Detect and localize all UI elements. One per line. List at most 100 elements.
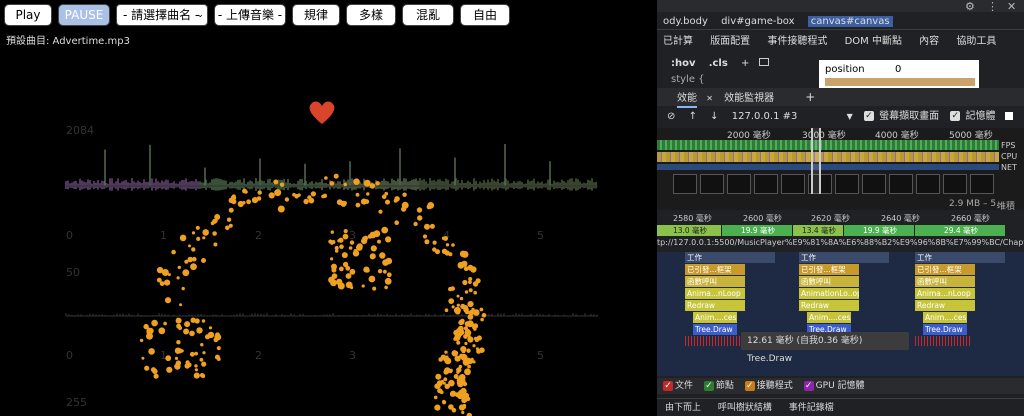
particle: [385, 257, 393, 265]
tab-properties[interactable]: 內容: [919, 34, 939, 50]
screenshot-thumbnail[interactable]: [970, 174, 994, 194]
hov-toggle[interactable]: :hov: [671, 58, 696, 69]
add-rule-icon[interactable]: +: [741, 58, 749, 69]
screenshot-thumbnail[interactable]: [916, 174, 940, 194]
screenshot-checkbox[interactable]: ✓: [863, 111, 874, 121]
particle: [369, 253, 376, 260]
more-icon[interactable]: ⋮: [987, 0, 998, 13]
particle: [438, 357, 444, 362]
new-style-icon[interactable]: [758, 58, 769, 66]
particle: [385, 236, 392, 243]
particle: [176, 340, 181, 345]
flame-entry[interactable]: 函數呼叫: [915, 276, 975, 287]
recording-select[interactable]: 127.0.0.1 #3: [732, 111, 798, 122]
particle: [464, 368, 471, 376]
clear-icon[interactable]: ⊘: [667, 111, 675, 122]
frame-bar[interactable]: 29.4 毫秒: [915, 225, 1005, 236]
tab-computed[interactable]: 已計算: [663, 34, 693, 50]
screenshot-thumbnail[interactable]: [943, 174, 967, 194]
frame-bar[interactable]: 13.0 毫秒: [657, 225, 721, 236]
heart-icon[interactable]: [309, 101, 335, 124]
particle: [308, 197, 315, 204]
nodes-checkbox[interactable]: ✓: [703, 380, 714, 391]
tab-event-log[interactable]: 事件記錄檔: [789, 399, 834, 416]
selection-handle[interactable]: [811, 128, 821, 194]
particle: [237, 200, 244, 208]
particle: [216, 357, 221, 361]
flame-entry[interactable]: 工作: [685, 252, 775, 263]
breadcrumb-item[interactable]: canvas#canvas: [807, 16, 893, 27]
particle: [156, 277, 162, 283]
particle: [207, 331, 215, 339]
download-icon[interactable]: ↓: [710, 111, 718, 122]
visualizer-canvas[interactable]: [0, 0, 657, 416]
cls-toggle[interactable]: .cls: [709, 58, 728, 69]
timeline-overview[interactable]: 2000 毫秒 3000 毫秒 4000 毫秒 5000 毫秒 FPS CPU …: [657, 128, 1024, 212]
flame-entry[interactable]: Anim....cess: [693, 312, 737, 323]
particle: [284, 197, 290, 202]
gear-icon[interactable]: ⚙: [965, 0, 975, 13]
close-icon[interactable]: ✕: [706, 94, 713, 103]
flame-entry[interactable]: Redraw: [685, 300, 745, 311]
flame-entry[interactable]: Redraw: [915, 300, 975, 311]
main-thread-url[interactable]: tp://127.0.0.1:5500/MusicPlayer%E9%81%8A…: [657, 238, 1024, 250]
flame-entry[interactable]: Tree.Draw: [693, 324, 737, 335]
tab-performance-monitor[interactable]: 效能監視器: [724, 93, 774, 104]
listeners-checkbox[interactable]: ✓: [744, 380, 755, 391]
particle: [343, 182, 348, 187]
flame-entry[interactable]: Anima...nLoop: [685, 288, 745, 299]
frame-bar[interactable]: 19.9 毫秒: [722, 225, 792, 236]
breadcrumb-item[interactable]: div#game-box: [721, 16, 794, 27]
frame-bar[interactable]: 19.9 毫秒: [844, 225, 914, 236]
particle: [464, 341, 468, 346]
tab-dom-breakpoints[interactable]: DOM 中斷點: [845, 34, 902, 50]
memory-toggle-icon[interactable]: [1004, 112, 1013, 120]
particle: [467, 334, 471, 338]
flame-entry[interactable]: AnimationLo..op: [799, 288, 859, 299]
close-icon[interactable]: ✕: [1007, 0, 1016, 13]
ruler-tick: 2660 毫秒: [951, 214, 990, 223]
particle: [151, 319, 158, 327]
breadcrumb-item[interactable]: ody.body: [663, 16, 708, 27]
flame-entry[interactable]: 已引發...框架: [915, 264, 975, 275]
flame-entry[interactable]: 工作: [915, 252, 1005, 263]
flame-entry[interactable]: Anima...nLoop: [915, 288, 975, 299]
flame-entry[interactable]: Anim....cess: [807, 312, 851, 323]
flame-chart[interactable]: 工作 已引發...框架 函數呼叫 Anima...nLoop Redraw Anim...…: [657, 252, 1024, 376]
flame-entry[interactable]: Anim....cess: [923, 312, 967, 323]
particle: [153, 373, 159, 379]
flame-entry[interactable]: 函數呼叫: [799, 276, 859, 287]
screenshot-thumbnail[interactable]: [727, 174, 751, 194]
legend-documents: 文件: [675, 381, 694, 391]
screenshot-thumbnail[interactable]: [862, 174, 886, 194]
flame-entry[interactable]: 已引發...框架: [685, 264, 745, 275]
flame-entry[interactable]: 已引發...框架: [799, 264, 859, 275]
documents-checkbox[interactable]: ✓: [663, 380, 673, 391]
tab-accessibility[interactable]: 協助工具: [956, 34, 996, 50]
chevron-down-icon[interactable]: ▼: [847, 112, 853, 121]
tab-performance[interactable]: 效能: [677, 93, 697, 108]
screenshot-thumbnail[interactable]: [889, 174, 913, 194]
screenshot-thumbnail[interactable]: [781, 174, 805, 194]
particle: [328, 278, 332, 282]
tab-event-listeners[interactable]: 事件接聽程式: [767, 34, 827, 50]
tab-call-tree[interactable]: 呼叫樹狀結構: [718, 399, 772, 416]
flame-entry[interactable]: 函數呼叫: [685, 276, 745, 287]
tab-layout[interactable]: 版面配置: [710, 34, 750, 50]
waveform-lines: [65, 143, 598, 317]
particle-cloud: [139, 173, 487, 416]
screenshot-thumbnail[interactable]: [673, 174, 697, 194]
memory-checkbox[interactable]: ✓: [950, 111, 961, 121]
flame-entry[interactable]: 工作: [799, 252, 889, 263]
gpu-checkbox[interactable]: ✓: [803, 380, 814, 391]
add-tab-icon[interactable]: +: [805, 90, 815, 104]
particle: [331, 267, 337, 273]
screenshot-thumbnail[interactable]: [700, 174, 724, 194]
flame-entry[interactable]: Redraw: [799, 300, 859, 311]
frame-bar[interactable]: 13.4 毫秒: [793, 225, 843, 236]
tab-bottom-up[interactable]: 由下而上: [665, 399, 701, 416]
screenshot-thumbnail[interactable]: [835, 174, 859, 194]
screenshot-thumbnail[interactable]: [754, 174, 778, 194]
upload-icon[interactable]: ↑: [689, 111, 697, 122]
flame-entry[interactable]: Tree.Draw: [923, 324, 967, 335]
